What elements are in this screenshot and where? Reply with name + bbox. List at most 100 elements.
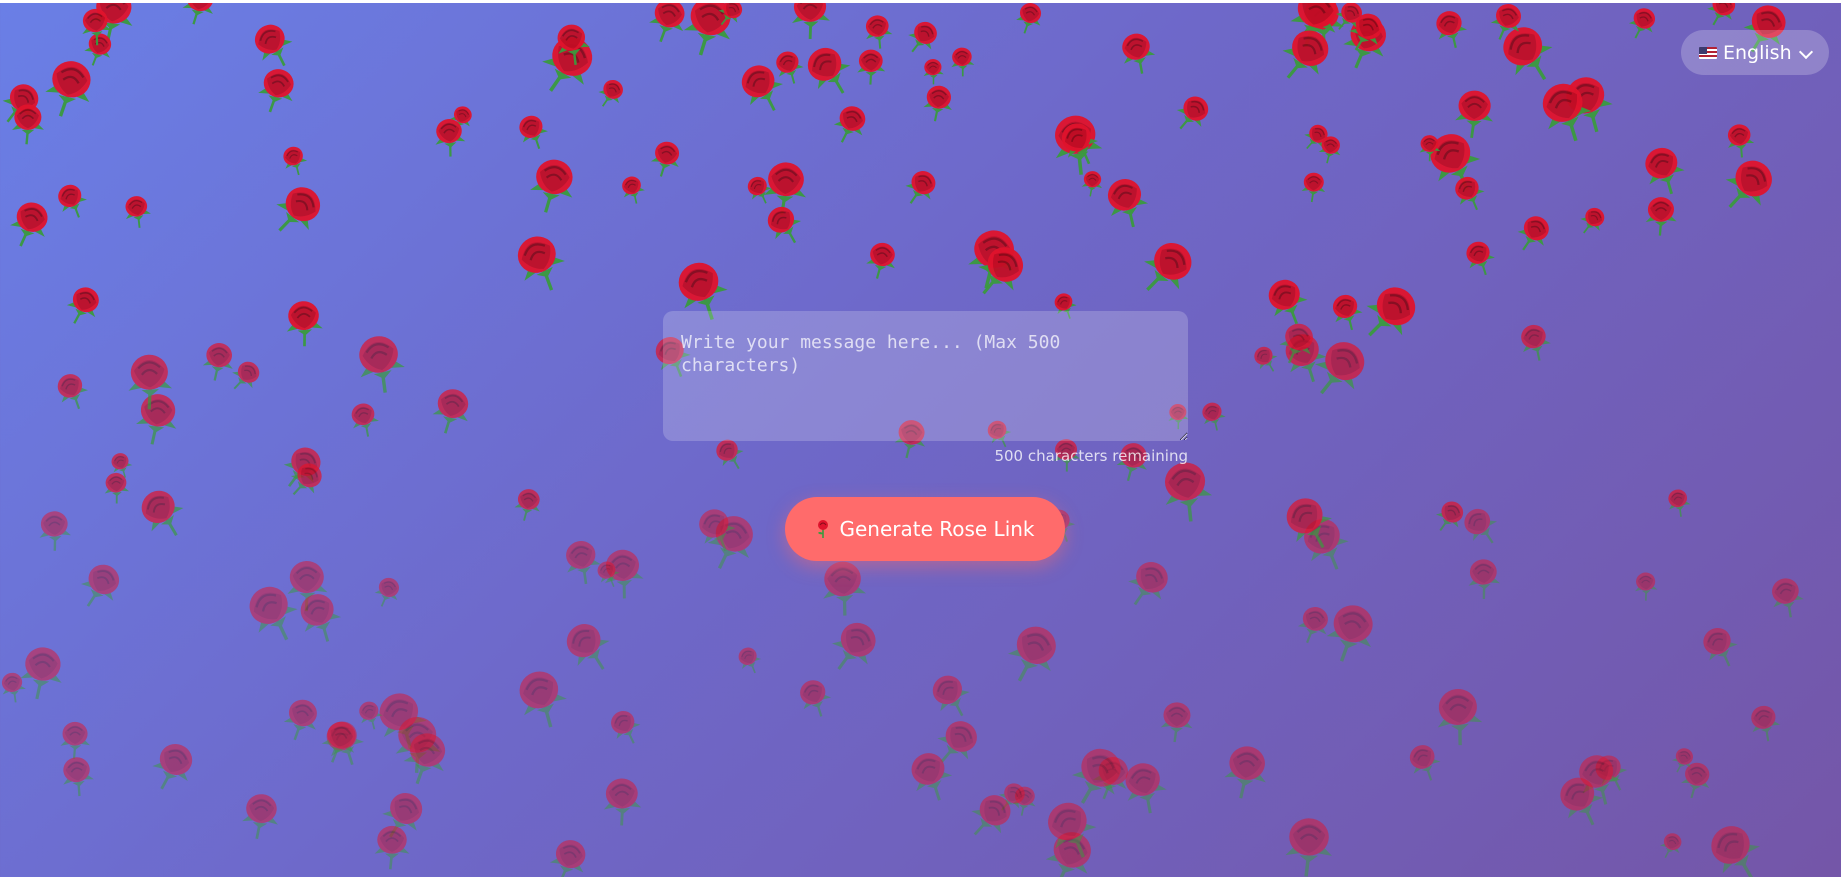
- falling-rose-icon: [231, 784, 290, 843]
- language-selector[interactable]: English: [1681, 30, 1829, 75]
- falling-rose-icon: [537, 827, 602, 877]
- falling-rose-icon: [895, 8, 951, 64]
- falling-rose-icon: [587, 69, 634, 116]
- falling-rose-icon: [914, 658, 987, 731]
- falling-rose-icon: [383, 707, 453, 777]
- falling-rose-icon: [388, 718, 463, 793]
- falling-rose-icon: [1539, 757, 1622, 840]
- falling-rose-icon: [1618, 0, 1667, 46]
- falling-rose-icon: [339, 320, 421, 402]
- falling-rose-icon: [29, 503, 80, 554]
- falling-rose-icon: [1659, 482, 1699, 522]
- falling-rose-icon: [1287, 596, 1342, 651]
- falling-rose-icon: [520, 14, 617, 111]
- falling-rose-icon: [943, 42, 981, 80]
- falling-rose-icon: [1076, 166, 1109, 199]
- generate-button-label: Generate Rose Link: [839, 517, 1035, 541]
- falling-rose-icon: [1107, 21, 1167, 81]
- falling-rose-icon: [727, 638, 770, 681]
- falling-rose-icon: [1758, 566, 1816, 624]
- falling-rose-icon: [495, 215, 585, 305]
- falling-rose-icon: [689, 498, 774, 583]
- falling-rose-icon: [1274, 0, 1358, 57]
- falling-rose-icon: [681, 494, 751, 564]
- falling-rose-icon: [366, 819, 418, 871]
- falling-rose-icon: [1121, 219, 1215, 313]
- falling-rose-icon: [1044, 107, 1114, 177]
- falling-rose-icon: [4, 98, 52, 146]
- generate-rose-link-button[interactable]: Generate Rose Link: [785, 497, 1065, 561]
- falling-rose-icon: [272, 688, 332, 748]
- falling-rose-icon: [953, 776, 1031, 854]
- falling-rose-icon: [1638, 191, 1685, 238]
- falling-rose-icon: [667, 0, 750, 64]
- falling-rose-icon: [96, 467, 136, 507]
- falling-rose-icon: [420, 377, 483, 440]
- falling-rose-icon: [1569, 197, 1616, 244]
- falling-rose-icon: [348, 692, 392, 736]
- falling-rose-icon: [1421, 676, 1496, 751]
- falling-rose-icon: [1328, 2, 1407, 81]
- falling-rose-icon: [849, 43, 893, 87]
- falling-rose-icon: [1262, 9, 1352, 99]
- falling-rose-icon: [892, 157, 950, 215]
- falling-rose-icon: [1263, 477, 1352, 566]
- falling-rose-icon: [136, 727, 211, 802]
- falling-rose-icon: [642, 132, 692, 182]
- falling-rose-icon: [54, 274, 114, 334]
- falling-rose-icon: [1052, 727, 1145, 820]
- falling-rose-icon: [1324, 0, 1376, 42]
- falling-rose-icon: [365, 775, 442, 852]
- falling-rose-icon: [79, 0, 148, 48]
- falling-rose-icon: [957, 226, 1045, 314]
- falling-rose-icon: [612, 168, 654, 210]
- falling-rose-icon: [276, 552, 338, 614]
- falling-rose-icon: [736, 166, 782, 212]
- falling-rose-icon: [497, 652, 586, 741]
- falling-rose-icon: [1448, 492, 1513, 557]
- falling-rose-icon: [543, 13, 601, 71]
- falling-rose-icon: [124, 382, 191, 449]
- falling-rose-icon: [637, 0, 701, 50]
- falling-rose-icon: [225, 564, 319, 658]
- falling-rose-icon: [1652, 824, 1692, 864]
- falling-rose-icon: [236, 7, 309, 80]
- falling-rose-icon: [917, 53, 950, 86]
- falling-rose-icon: [813, 603, 898, 688]
- falling-rose-icon: [721, 46, 802, 127]
- falling-rose-icon: [1413, 129, 1446, 162]
- falling-rose-icon: [1028, 814, 1112, 877]
- falling-rose-icon: [0, 188, 65, 257]
- falling-rose-icon: [272, 137, 316, 181]
- falling-rose-icon: [1405, 112, 1501, 208]
- falling-rose-icon: [1319, 283, 1374, 338]
- falling-rose-icon: [592, 770, 651, 829]
- falling-rose-icon: [120, 470, 203, 553]
- falling-rose-icon: [52, 716, 97, 761]
- falling-rose-icon: [854, 6, 901, 53]
- falling-rose-icon: [857, 234, 907, 284]
- us-flag-icon: [1699, 46, 1717, 59]
- falling-rose-icon: [785, 667, 844, 726]
- falling-rose-icon: [50, 747, 104, 801]
- falling-rose-icon: [101, 445, 140, 484]
- falling-rose-icon: [505, 103, 559, 157]
- falling-rose-icon: [1686, 803, 1782, 877]
- falling-rose-icon: [425, 111, 475, 161]
- message-input[interactable]: [663, 311, 1188, 441]
- falling-rose-icon: [915, 78, 962, 125]
- falling-rose-icon: [357, 674, 445, 762]
- falling-rose-icon: [339, 394, 389, 444]
- falling-rose-icon: [544, 602, 629, 687]
- falling-rose-icon: [1739, 695, 1792, 748]
- falling-rose-icon: [506, 481, 550, 525]
- falling-rose-icon: [1580, 741, 1642, 803]
- falling-rose-icon: [365, 568, 410, 613]
- falling-rose-icon: [0, 67, 56, 137]
- falling-rose-icon: [441, 97, 482, 138]
- falling-rose-icon: [0, 665, 34, 708]
- falling-rose-icon: [1282, 499, 1368, 585]
- falling-rose-icon: [781, 0, 841, 42]
- falling-rose-icon: [752, 153, 819, 220]
- falling-rose-icon: [1242, 336, 1288, 382]
